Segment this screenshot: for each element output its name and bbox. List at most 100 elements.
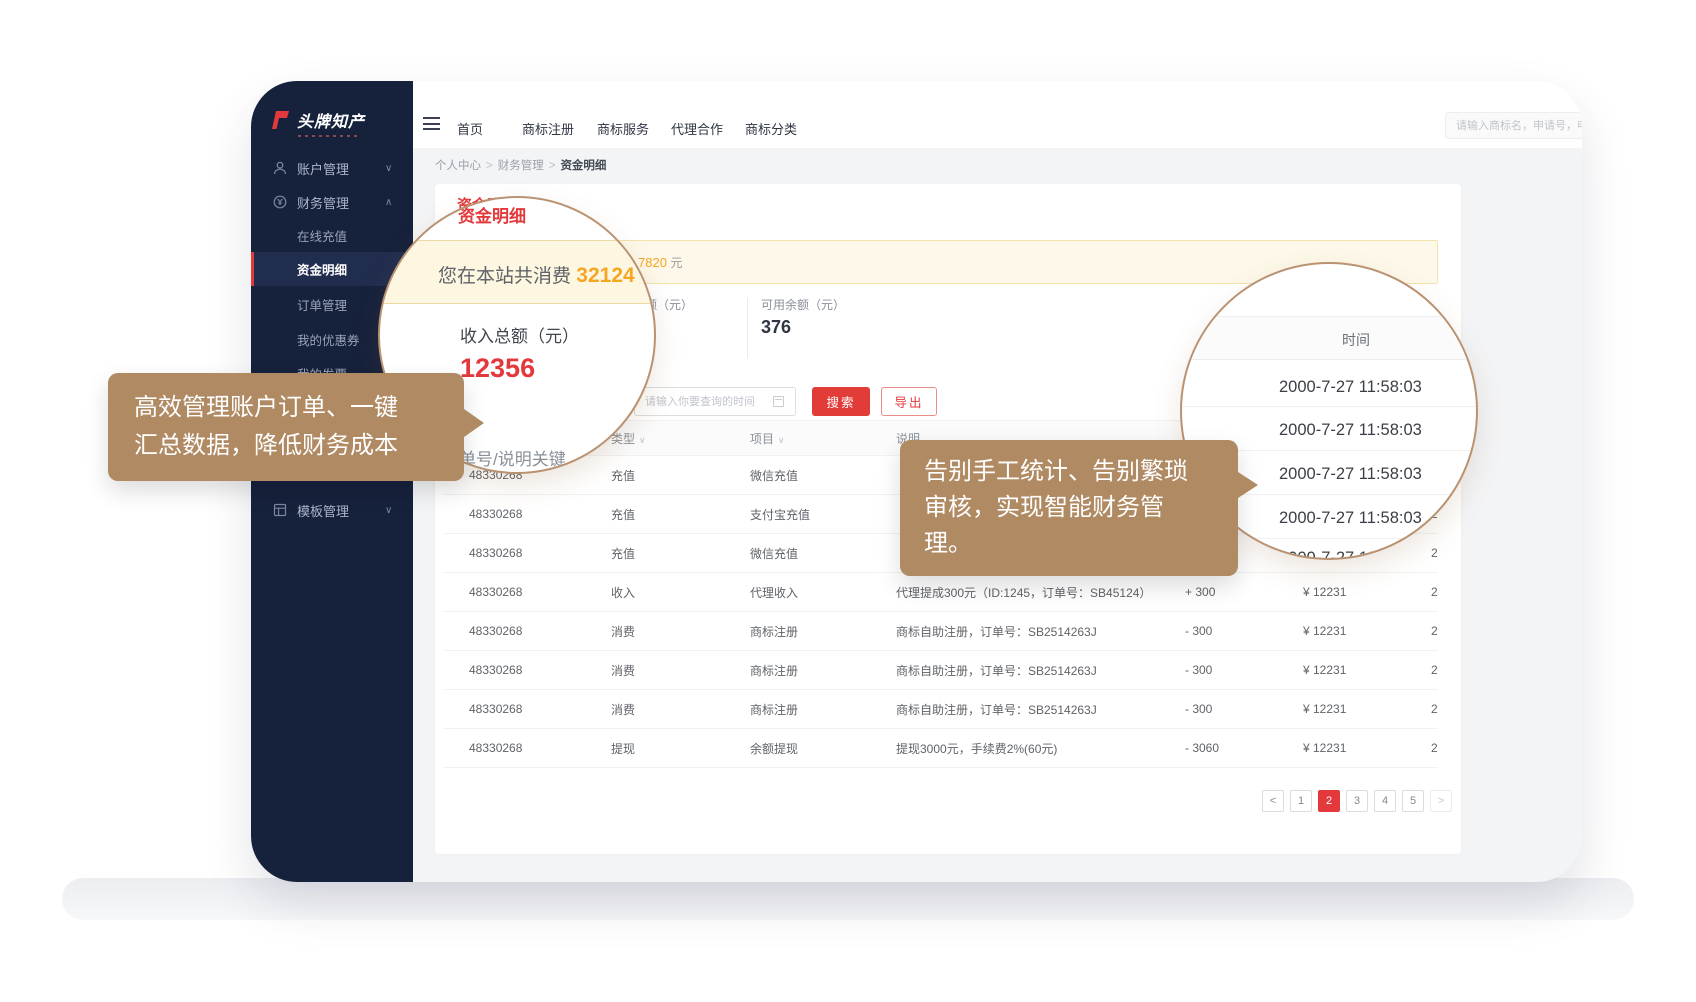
sidebar-item-finance[interactable]: 财务管理 ∧ [251,187,413,217]
cell-project: 代理收入 [750,584,896,601]
magnified-time-header: 时间 [1342,330,1370,350]
magnified-banner: 您在本站共消费 32124 [380,240,656,304]
pagination-page-button-active[interactable]: 2 [1318,790,1340,812]
cell-order: 48330268 [443,741,611,755]
cell-type: 消费 [611,662,750,679]
cell-balance: ¥ 12231 [1303,663,1431,677]
sidebar-subitem-label: 订单管理 [297,295,347,314]
cell-type: 消费 [611,701,750,718]
logo-icon [269,109,291,131]
cell-order: 48330268 [443,663,611,677]
cell-desc: 商标自助注册，订单号：SB2514263J [896,623,1185,640]
sidebar-item-account[interactable]: 账户管理 ∨ [251,153,413,183]
chevron-up-icon: ∧ [385,197,392,208]
breadcrumb-separator: > [549,160,556,172]
cell-amount: - 3060 [1185,741,1303,755]
cell-project: 微信充值 [750,545,896,562]
pagination-prev-button[interactable]: < [1262,790,1284,812]
cell-time: 2000-7-27 11:58:03 [1431,624,1438,638]
cell-amount: - 300 [1185,702,1303,716]
cell-amount: - 300 [1185,663,1303,677]
cell-type: 提现 [611,740,750,757]
cell-order: 48330268 [443,624,611,638]
cell-order: 48330268 [443,546,611,560]
magnified-banner-text: 您在本站共消费 32124 [438,261,635,288]
pagination-page-button[interactable]: 5 [1402,790,1424,812]
topbar: 首页 商标注册 商标服务 代理合作 商标分类 [413,81,1582,148]
callout-right: 告别手工统计、告别繁琐 审核，实现智能财务管 理。 [900,440,1238,576]
callout-left: 高效管理账户订单、一键 汇总数据，降低财务成本 [108,373,464,481]
active-indicator-bar [251,252,254,286]
balance-value: 376 [761,317,791,338]
user-icon [273,161,287,175]
sidebar-subitem-label: 资金明细 [297,260,347,279]
cell-order: 48330268 [443,585,611,599]
cell-type: 收入 [611,584,750,601]
search-button[interactable]: 搜索 [812,387,870,416]
nav-item-home[interactable]: 首页 [457,119,483,138]
chevron-down-icon: ∨ [385,163,392,174]
magnified-page-title: 资金明细 [458,202,526,227]
cell-desc: 代理提成300元（ID:1245，订单号：SB45124） [896,584,1185,601]
breadcrumb: 个人中心>财务管理>资金明细 [435,157,606,173]
template-icon [273,503,287,517]
logo: 头牌知产 [269,107,409,133]
header-project[interactable]: 项目∨ [750,430,896,447]
magnified-time-value: 2000-7-27 11:58:03 [1279,509,1469,528]
banner-magnified-amount: 32124 [576,264,634,287]
cell-type: 充值 [611,545,750,562]
date-query-input[interactable] [634,387,796,416]
cell-type: 充值 [611,506,750,523]
header-type[interactable]: 类型∨ [611,430,750,447]
cell-order: 48330268 [443,702,611,716]
pagination-page-button[interactable]: 1 [1290,790,1312,812]
income-label: 收入总额（元） [460,322,579,347]
banner-unit: 元 [671,256,683,270]
nav-item-trademark-service[interactable]: 商标服务 [597,119,649,138]
calendar-icon[interactable] [773,396,784,407]
chevron-down-icon: ∨ [639,435,646,445]
search-input[interactable] [1445,112,1582,139]
sidebar-subitem-label: 在线充值 [297,226,347,245]
balance-label: 可用余额（元） [761,296,845,313]
pagination: < 1 2 3 4 5 > [435,790,1452,812]
sidebar-item-label: 账户管理 [297,159,349,178]
sidebar-item-template[interactable]: 模板管理 ∨ [251,495,413,525]
pagination-page-button[interactable]: 4 [1374,790,1396,812]
cell-type: 充值 [611,467,750,484]
logo-tagline-decoration [298,135,358,137]
cell-desc: 商标自助注册，订单号：SB2514263J [896,662,1185,679]
magnified-time-header-band [1182,316,1478,360]
cell-balance: ¥ 12231 [1303,624,1431,638]
table-row: 48330268 消费 商标注册 商标自助注册，订单号：SB2514263J -… [443,690,1438,729]
export-button[interactable]: 导出 [881,387,937,416]
cell-type: 消费 [611,623,750,640]
cell-desc: 提现3000元，手续费2%(60元) [896,740,1185,757]
sidebar-subitem-label: 我的优惠券 [297,330,360,349]
breadcrumb-item[interactable]: 个人中心 [435,160,481,172]
cell-balance: ¥ 12231 [1303,585,1431,599]
table-row: 48330268 消费 商标注册 商标自助注册，订单号：SB2514263J -… [443,651,1438,690]
nav-item-trademark-category[interactable]: 商标分类 [745,119,797,138]
breadcrumb-item-current: 资金明细 [560,160,606,172]
cell-time: 2000-7-27 11:58:03 [1431,741,1438,755]
cell-project: 支付宝充值 [750,506,896,523]
sidebar: 头牌知产 账户管理 ∨ 财务管理 ∧ 在线充值 [251,81,413,882]
table-row: 48330268 收入 代理收入 代理提成300元（ID:1245，订单号：SB… [443,573,1438,612]
finance-icon [273,195,287,209]
pagination-next-button[interactable]: > [1430,790,1452,812]
hamburger-menu-icon[interactable] [423,117,440,130]
cell-project: 余额提现 [750,740,896,757]
sidebar-item-label: 财务管理 [297,193,349,212]
table-row: 48330268 消费 商标注册 商标自助注册，订单号：SB2514263J -… [443,612,1438,651]
nav-item-agent-coop[interactable]: 代理合作 [671,119,723,138]
sidebar-item-label: 模板管理 [297,501,349,520]
breadcrumb-item[interactable]: 财务管理 [498,160,544,172]
laptop-base [62,878,1634,920]
cell-balance: ¥ 12231 [1303,741,1431,755]
nav-item-trademark-register[interactable]: 商标注册 [522,119,574,138]
stats-divider [747,298,748,358]
pagination-page-button[interactable]: 3 [1346,790,1368,812]
logo-text: 头牌知产 [297,108,365,132]
banner-prefix: 您在本站共消费 [438,266,571,287]
